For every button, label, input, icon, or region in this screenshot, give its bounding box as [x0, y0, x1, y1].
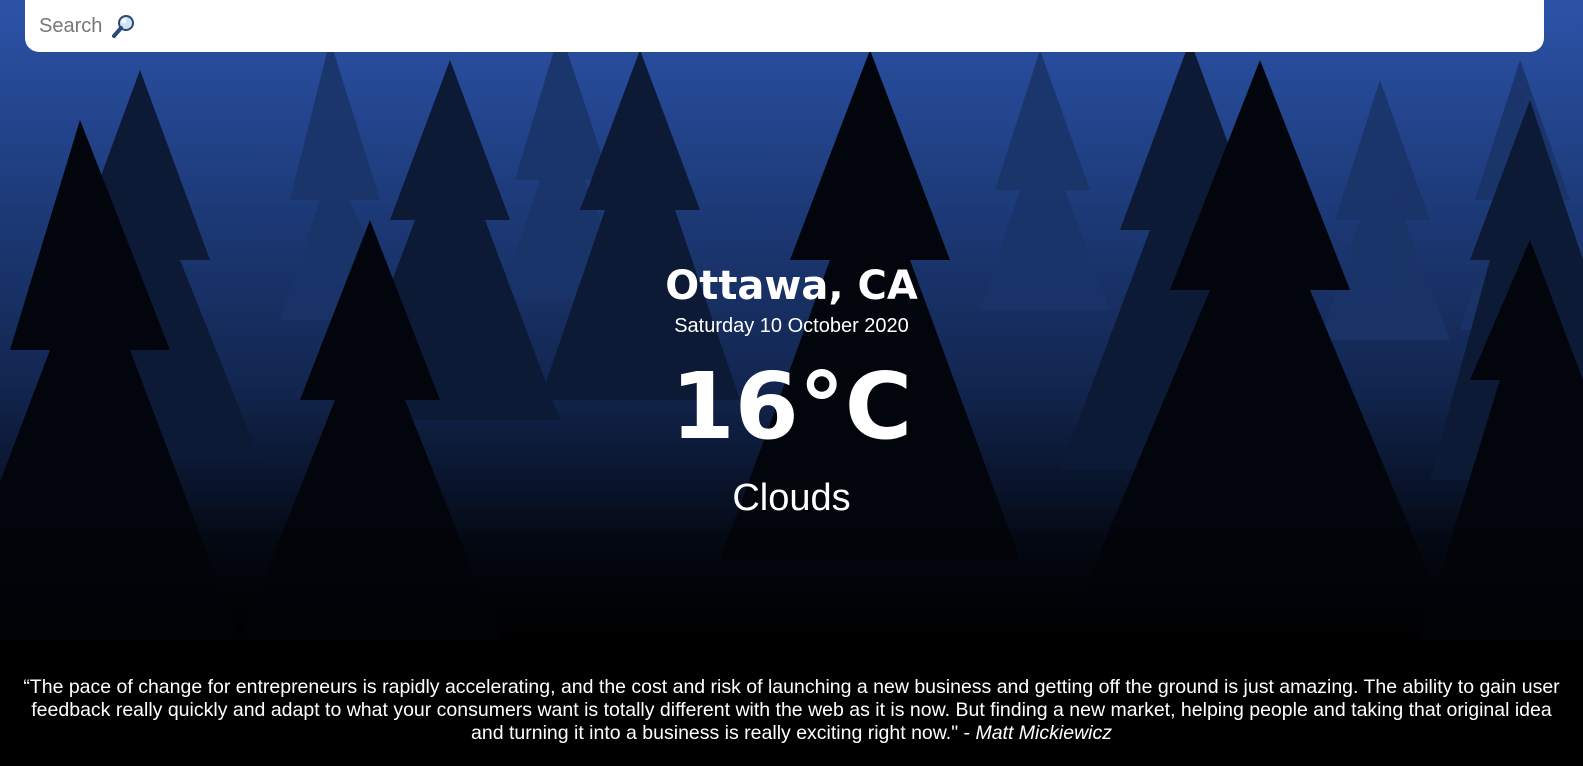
search-input[interactable]: [39, 14, 109, 38]
weather-app: Ottawa, CA Saturday 10 October 2020 16°C…: [0, 0, 1583, 766]
quote: “The pace of change for entrepreneurs is…: [20, 676, 1563, 745]
quote-separator: -: [958, 722, 976, 744]
weather-panel: Ottawa, CA Saturday 10 October 2020 16°C…: [0, 262, 1583, 520]
weather-condition: Clouds: [732, 477, 851, 519]
temperature-value: 16°C: [670, 353, 913, 460]
search-bar: [25, 0, 1544, 52]
magnifying-glass-icon[interactable]: [111, 13, 137, 39]
quote-author: Matt Mickiewicz: [975, 722, 1112, 744]
date-label: Saturday 10 October 2020: [674, 315, 909, 337]
location-title: Ottawa, CA: [665, 263, 918, 309]
quote-text: “The pace of change for entrepreneurs is…: [23, 676, 1560, 744]
